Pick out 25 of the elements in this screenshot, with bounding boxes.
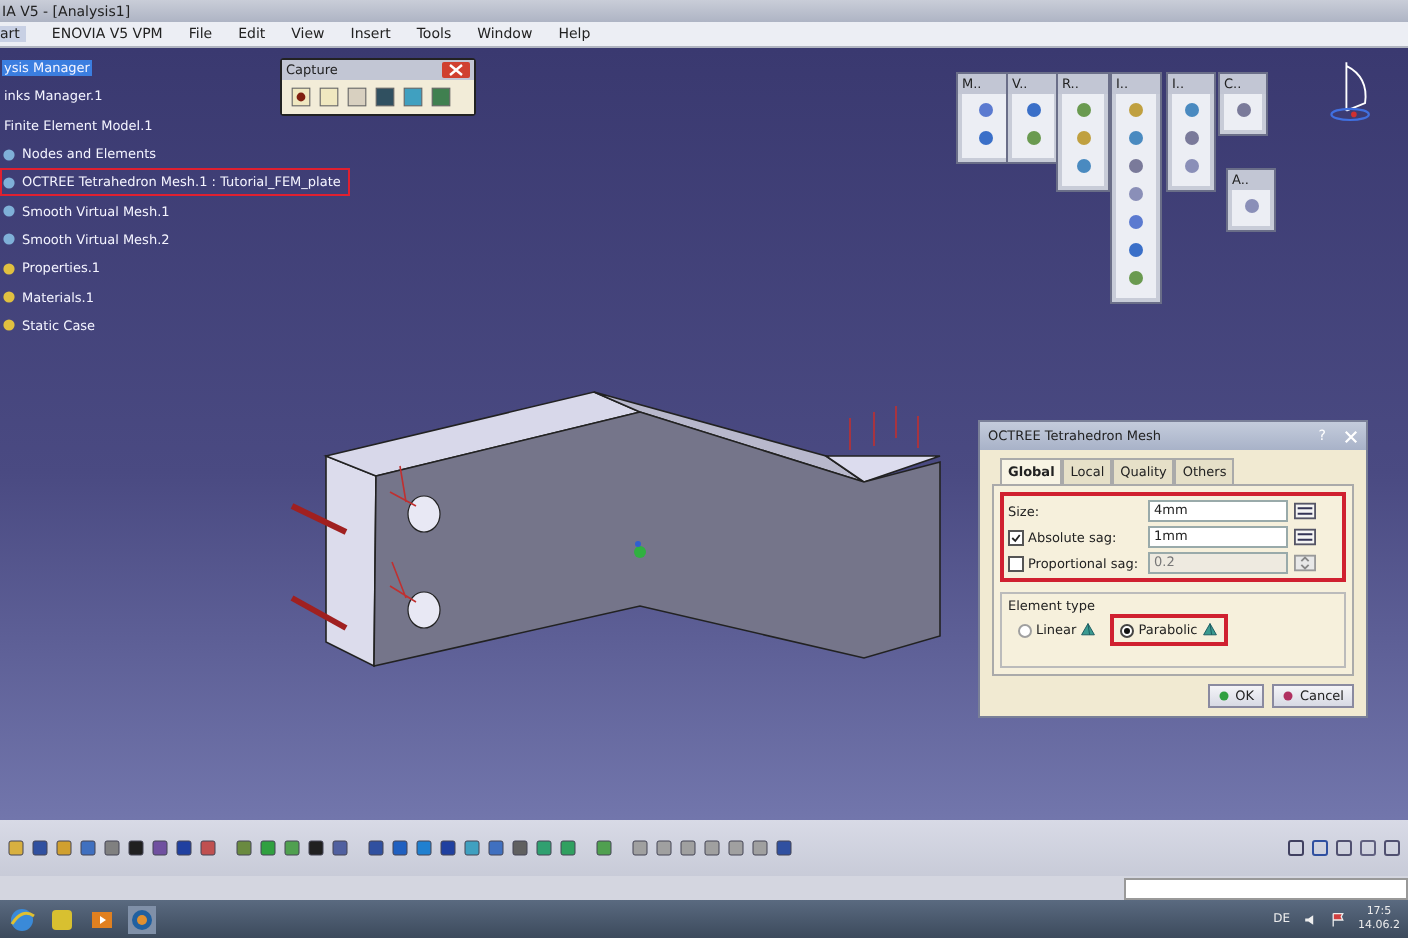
toolbar-icon[interactable] bbox=[290, 86, 312, 108]
tetrahedron-icon bbox=[1080, 622, 1097, 638]
close-icon[interactable] bbox=[442, 62, 470, 78]
volume-icon[interactable] bbox=[1302, 911, 1318, 927]
tree-node-icon bbox=[2, 175, 16, 190]
tree-node-icon bbox=[2, 318, 16, 333]
app-icon[interactable] bbox=[48, 905, 76, 933]
toolbar-icon[interactable] bbox=[374, 86, 396, 108]
command-input-field[interactable] bbox=[1124, 877, 1408, 899]
browser-icon[interactable] bbox=[8, 905, 36, 933]
tree-node-icon bbox=[2, 261, 16, 276]
calculator-icon[interactable] bbox=[1294, 502, 1316, 520]
tree-node-icon bbox=[2, 232, 16, 247]
tree-node-icon bbox=[2, 290, 16, 305]
radio-button[interactable] bbox=[1120, 623, 1135, 637]
tree-node-icon bbox=[2, 147, 16, 162]
calculator-icon[interactable] bbox=[1294, 528, 1316, 546]
radio-button[interactable] bbox=[1018, 623, 1032, 637]
app-icon[interactable] bbox=[128, 905, 156, 933]
tetrahedron-icon bbox=[1201, 622, 1218, 638]
button-icon bbox=[1281, 690, 1294, 702]
tree-node-icon bbox=[2, 204, 16, 219]
flag-icon[interactable] bbox=[1330, 911, 1346, 927]
checkbox[interactable] bbox=[1008, 529, 1024, 545]
button-icon bbox=[1217, 690, 1230, 702]
